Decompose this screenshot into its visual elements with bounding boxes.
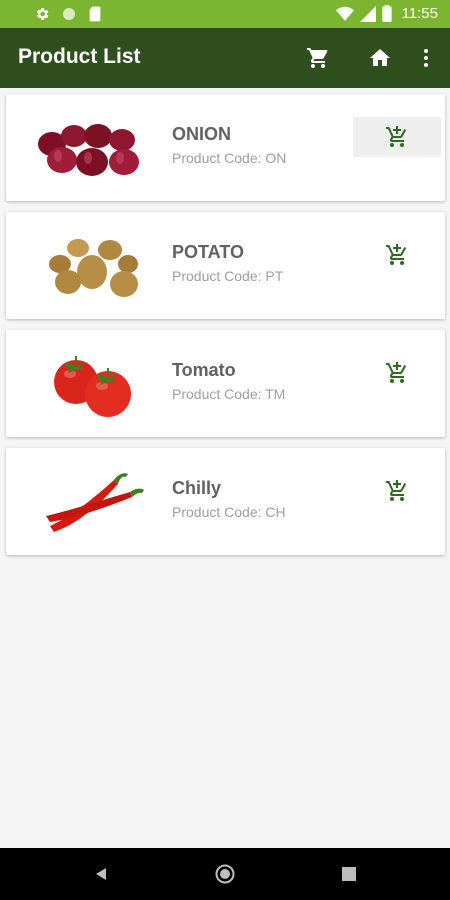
home-icon bbox=[370, 49, 390, 66]
settings-icon bbox=[36, 8, 49, 20]
add-shopping-cart-icon bbox=[386, 244, 407, 265]
product-name: Chilly bbox=[172, 478, 222, 498]
home-nav-button[interactable] bbox=[213, 862, 237, 886]
product-code: Product Code: CH bbox=[172, 504, 286, 520]
more-vert-icon bbox=[424, 49, 428, 67]
back-icon bbox=[96, 868, 106, 880]
sd-card-icon bbox=[89, 6, 101, 22]
add-to-cart-button[interactable] bbox=[353, 117, 441, 157]
add-shopping-cart-icon bbox=[386, 480, 407, 501]
product-card-onion[interactable]: ONION Product Code: ON bbox=[6, 94, 445, 201]
back-button[interactable] bbox=[89, 862, 113, 886]
recents-icon bbox=[342, 867, 356, 881]
wifi-icon bbox=[335, 6, 354, 21]
circle-icon bbox=[63, 8, 75, 20]
product-list: ONION Product Code: ON POTATO Product Co… bbox=[6, 94, 445, 566]
product-code: Product Code: TM bbox=[172, 386, 286, 402]
product-code: Product Code: ON bbox=[172, 150, 287, 166]
add-to-cart-button[interactable] bbox=[353, 235, 441, 275]
chilly-image bbox=[46, 473, 144, 532]
potato-image bbox=[49, 239, 138, 297]
product-name: POTATO bbox=[172, 242, 244, 262]
status-time: 11:55 bbox=[401, 5, 438, 22]
product-card-potato[interactable]: POTATO Product Code: PT bbox=[6, 212, 445, 319]
add-shopping-cart-icon bbox=[386, 362, 407, 383]
status-bar: 11:55 bbox=[0, 0, 450, 28]
tomato-image bbox=[54, 356, 131, 417]
add-to-cart-button[interactable] bbox=[353, 353, 441, 393]
cart-button[interactable] bbox=[300, 40, 336, 76]
navigation-bar bbox=[0, 848, 450, 900]
home-circle-icon bbox=[215, 864, 235, 884]
recents-button[interactable] bbox=[337, 862, 361, 886]
product-card-chilly[interactable]: Chilly Product Code: CH bbox=[6, 448, 445, 555]
cart-icon bbox=[307, 48, 328, 68]
page-title: Product List bbox=[18, 45, 141, 68]
add-shopping-cart-icon bbox=[386, 126, 407, 147]
overflow-menu-button[interactable] bbox=[408, 40, 444, 76]
product-name: Tomato bbox=[172, 360, 236, 380]
product-code: Product Code: PT bbox=[172, 268, 284, 284]
app-bar: Product List bbox=[0, 28, 450, 88]
add-to-cart-button[interactable] bbox=[353, 471, 441, 511]
battery-icon bbox=[381, 5, 392, 22]
product-card-tomato[interactable]: Tomato Product Code: TM bbox=[6, 330, 445, 437]
status-right-icons: 11:55 bbox=[335, 5, 438, 22]
product-name: ONION bbox=[172, 124, 232, 144]
home-button[interactable] bbox=[362, 40, 398, 76]
signal-icon bbox=[359, 5, 376, 22]
onion-image bbox=[38, 124, 139, 176]
status-left-icons bbox=[34, 6, 102, 22]
